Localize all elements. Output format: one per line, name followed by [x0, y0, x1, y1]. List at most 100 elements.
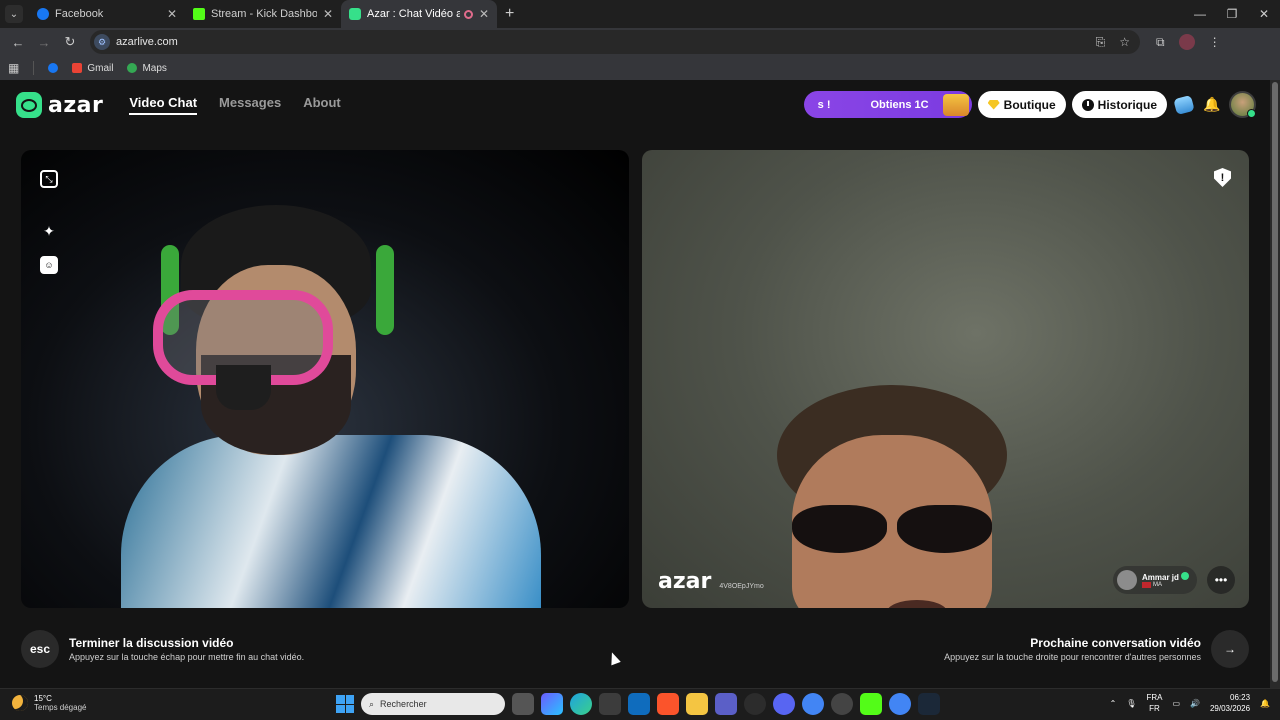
teams-icon[interactable]: [715, 693, 737, 715]
obs-icon[interactable]: [831, 693, 853, 715]
discord-icon[interactable]: [773, 693, 795, 715]
chrome-icon[interactable]: [802, 693, 824, 715]
network-icon[interactable]: ▭: [1172, 699, 1180, 708]
back-icon[interactable]: ←: [6, 30, 30, 54]
nav-messages[interactable]: Messages: [219, 95, 281, 115]
divider: [33, 61, 35, 75]
keyboard-layout: FR: [1149, 704, 1160, 713]
header-actions: s ! Obtiens 1C Boutique Historique 🔔: [803, 91, 1256, 118]
promo-banner[interactable]: s ! Obtiens 1C: [803, 91, 972, 118]
notification-center-icon[interactable]: 🔔: [1260, 699, 1270, 708]
task-view-icon[interactable]: [512, 693, 534, 715]
session-id: 4V8OEpJYmo: [719, 583, 764, 590]
bookmark-facebook[interactable]: [48, 63, 59, 73]
taskbar-search[interactable]: ⌕ Rechercher: [361, 693, 505, 715]
address-bar[interactable]: ⚙ azarlive.com ⎘ ☆: [90, 30, 1140, 54]
edge-icon[interactable]: [570, 693, 592, 715]
outlook-icon[interactable]: [628, 693, 650, 715]
gems-balance-button[interactable]: [1173, 94, 1195, 116]
app-icon[interactable]: [744, 693, 766, 715]
url-text: azarlive.com: [116, 36, 178, 48]
browser-tabbar: ⌄ Facebook ✕ Stream - Kick Dashboard ✕ A…: [0, 0, 1280, 28]
brave-icon[interactable]: [657, 693, 679, 715]
restore-icon[interactable]: ❐: [1216, 0, 1248, 28]
file-explorer-icon[interactable]: [686, 693, 708, 715]
morocco-flag-icon: [1142, 582, 1151, 588]
volume-icon[interactable]: 🔊: [1190, 699, 1200, 708]
remote-video-pane: ! azar 4V8OEpJYmo Ammar jd MA •••: [642, 150, 1249, 608]
kick-icon[interactable]: [860, 693, 882, 715]
new-tab-button[interactable]: +: [505, 5, 514, 23]
magic-wand-icon[interactable]: ✦: [40, 222, 58, 240]
extensions-icon[interactable]: ⧉: [1156, 35, 1165, 50]
peer-country: MA: [1153, 582, 1162, 588]
tab-title: Stream - Kick Dashboard: [211, 8, 317, 20]
azar-logo-icon: [16, 92, 42, 118]
close-tab-icon[interactable]: ✕: [167, 7, 177, 21]
tab-azar[interactable]: Azar : Chat Vidéo avec de n ✕: [341, 0, 497, 28]
lang-code: FRA: [1146, 693, 1163, 702]
microphone-icon[interactable]: 🎙: [1126, 699, 1136, 708]
recording-icon: [463, 9, 473, 19]
promo-text-part1: s !: [817, 98, 831, 111]
time: 06:23: [1230, 693, 1251, 702]
nav-video-chat[interactable]: Video Chat: [129, 95, 198, 115]
mask-nose: [216, 365, 271, 410]
kick-icon: [193, 8, 205, 20]
gem-icon: [987, 99, 1000, 110]
shop-button[interactable]: Boutique: [977, 91, 1066, 118]
profile-avatar[interactable]: [1178, 34, 1195, 50]
azar-watermark: azar 4V8OEpJYmo: [658, 569, 764, 594]
store-icon[interactable]: [599, 693, 621, 715]
windows-start-icon[interactable]: [336, 695, 354, 713]
azar-logo[interactable]: azar: [16, 92, 103, 118]
nav-about[interactable]: About: [303, 95, 341, 115]
chat-bubble-icon[interactable]: •••: [1207, 566, 1235, 594]
copilot-icon[interactable]: [541, 693, 563, 715]
face-mask-icon[interactable]: ☺: [40, 256, 58, 274]
date: 29/03/2026: [1209, 704, 1251, 713]
reload-icon[interactable]: ↻: [58, 30, 82, 54]
clock[interactable]: 06:23 29/03/2026: [1210, 692, 1250, 714]
user-avatar[interactable]: [1229, 91, 1256, 118]
page-scrollbar[interactable]: [1270, 80, 1280, 688]
verified-icon: [1180, 572, 1189, 580]
notifications-bell-icon[interactable]: 🔔: [1201, 94, 1223, 116]
treasure-chest-icon: [942, 93, 969, 116]
close-window-icon[interactable]: ✕: [1248, 0, 1280, 28]
minimize-icon[interactable]: —: [1184, 0, 1216, 28]
bookmark-maps[interactable]: Maps: [127, 63, 167, 74]
facebook-icon: [37, 8, 49, 20]
online-status-dot: [1247, 109, 1256, 118]
bookmark-star-icon[interactable]: ☆: [1119, 35, 1130, 50]
apps-grid-icon[interactable]: ▦: [8, 61, 19, 75]
close-tab-icon[interactable]: ✕: [323, 7, 333, 21]
site-info-icon[interactable]: ⚙: [94, 34, 110, 50]
menu-icon[interactable]: ⋮: [1209, 35, 1221, 49]
history-button[interactable]: Historique: [1071, 91, 1167, 118]
watermark-text: azar: [658, 569, 712, 594]
show-hidden-icons[interactable]: ⌃: [1110, 699, 1117, 708]
tab-kick[interactable]: Stream - Kick Dashboard ✕: [185, 0, 341, 28]
bookmark-gmail[interactable]: Gmail: [72, 63, 113, 74]
tab-search-button[interactable]: ⌄: [5, 5, 23, 23]
main-nav: Video Chat Messages About: [129, 95, 341, 115]
minimize-video-icon[interactable]: ⤡: [40, 170, 58, 188]
close-tab-icon[interactable]: ✕: [479, 7, 489, 21]
next-arrow-button[interactable]: →: [1211, 630, 1249, 668]
esc-button[interactable]: esc: [21, 630, 59, 668]
system-tray: ⌃ 🎙 FRA FR ▭ 🔊 06:23 29/03/2026 🔔: [1110, 692, 1270, 714]
mouse-cursor: [607, 650, 621, 666]
language-indicator[interactable]: FRA FR: [1146, 692, 1162, 714]
tab-facebook[interactable]: Facebook ✕: [29, 0, 185, 28]
shop-label: Boutique: [1003, 97, 1056, 112]
peer-profile-chip[interactable]: Ammar jd MA: [1113, 566, 1197, 594]
steam-icon[interactable]: [918, 693, 940, 715]
report-shield-icon[interactable]: !: [1214, 168, 1231, 187]
azar-icon: [349, 8, 361, 20]
forward-icon[interactable]: →: [32, 30, 56, 54]
weather-widget[interactable]: 15°C Temps dégagé: [12, 694, 86, 712]
install-app-icon[interactable]: ⎘: [1096, 35, 1106, 50]
chrome-profile-icon[interactable]: [889, 693, 911, 715]
moon-icon: [12, 695, 28, 711]
